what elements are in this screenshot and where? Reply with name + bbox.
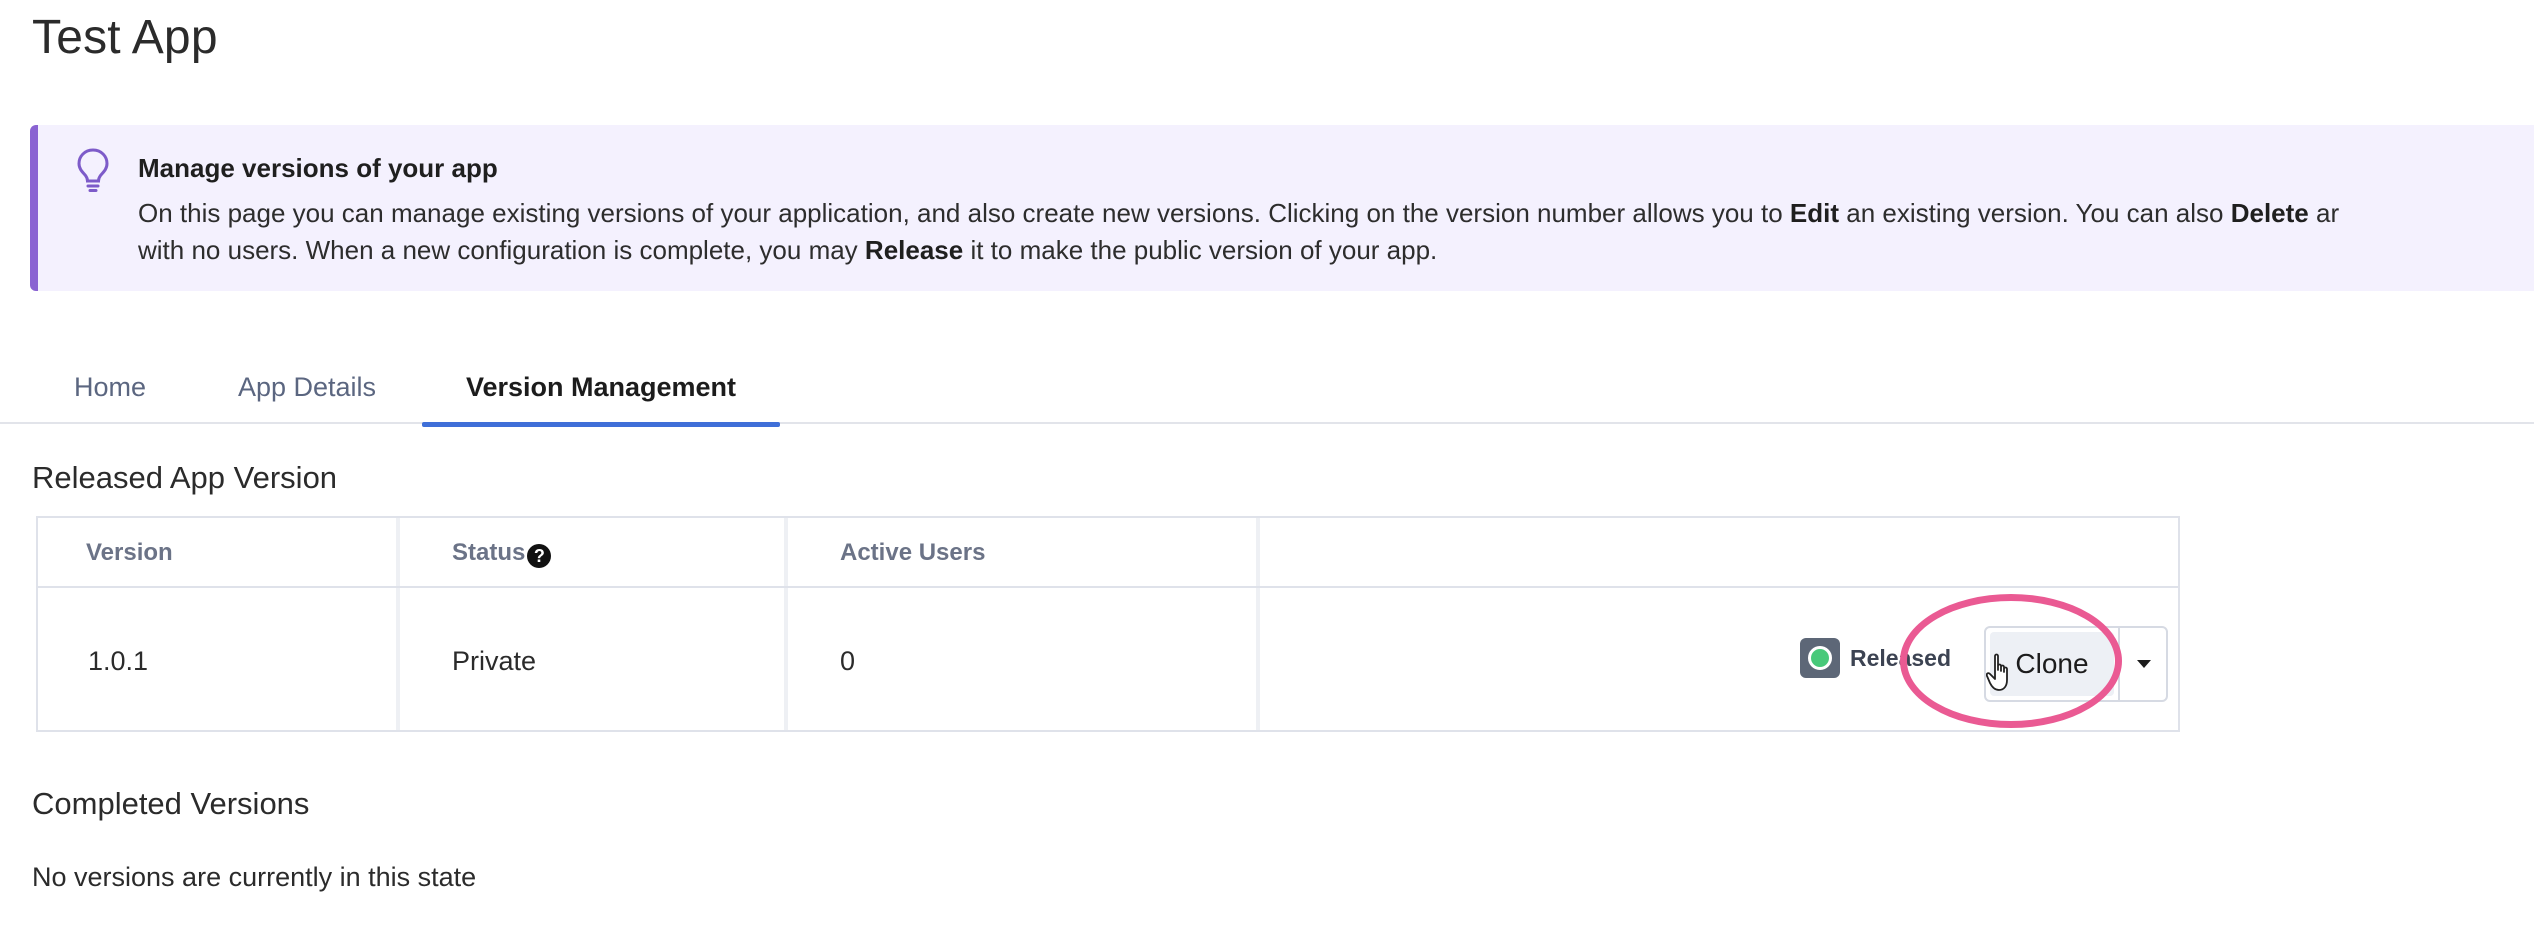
tab-version-management[interactable]: Version Management	[422, 350, 780, 427]
banner-line-2: with no users. When a new configuration …	[138, 232, 2534, 269]
column-header-version: Version	[86, 539, 173, 566]
banner-text: with no users. When a new configuration …	[138, 235, 865, 265]
column-header-status-label: Status	[452, 539, 526, 566]
banner-text: an existing version. You can also	[1839, 198, 2231, 228]
column-header-active-users: Active Users	[840, 539, 986, 566]
hand-pointer-icon	[1986, 653, 2008, 691]
table-header: Version Status ? Active Users	[38, 518, 2178, 588]
page-title: Test App	[32, 11, 218, 64]
tab-app-details[interactable]: App Details	[210, 350, 404, 424]
banner-description: On this page you can manage existing ver…	[138, 195, 2534, 269]
banner-line-1: On this page you can manage existing ver…	[138, 195, 2534, 232]
completed-section-title: Completed Versions	[32, 786, 310, 821]
tab-bar: Home App Details Version Management	[0, 350, 2534, 427]
status-dot	[1808, 646, 1832, 670]
app-root: Test App Manage versions of your app On …	[0, 0, 2534, 940]
banner-bold-delete: Delete	[2230, 198, 2309, 228]
active-users-cell: 0	[840, 645, 856, 676]
lightbulb-icon	[77, 148, 109, 192]
status-dot-icon	[1800, 638, 1840, 678]
banner-bold-edit: Edit	[1789, 198, 1840, 228]
table-row: 1.0.1 Private 0 Released Clone	[38, 590, 2178, 732]
banner-text: it to make the public version of your ap…	[963, 235, 1438, 265]
version-link[interactable]: 1.0.1	[88, 590, 148, 732]
empty-state-message: No versions are currently in this state	[32, 862, 477, 892]
column-header-status: Status ?	[452, 518, 552, 588]
released-versions-table: Version Status ? Active Users 1.0.1 Priv…	[36, 516, 2180, 732]
released-section-title: Released App Version	[32, 460, 338, 495]
clone-options-dropdown[interactable]	[2122, 628, 2166, 700]
banner-text: ar	[2308, 198, 2340, 228]
banner-title: Manage versions of your app	[138, 153, 498, 183]
tab-home[interactable]: Home	[40, 350, 180, 424]
question-circle-icon[interactable]: ?	[527, 544, 552, 568]
info-banner: Manage versions of your app On this page…	[30, 125, 2534, 291]
caret-down-icon	[2137, 660, 2151, 668]
banner-text: On this page you can manage existing ver…	[138, 198, 1790, 228]
banner-bold-release: Release	[864, 235, 964, 265]
status-cell: Private	[452, 645, 537, 676]
